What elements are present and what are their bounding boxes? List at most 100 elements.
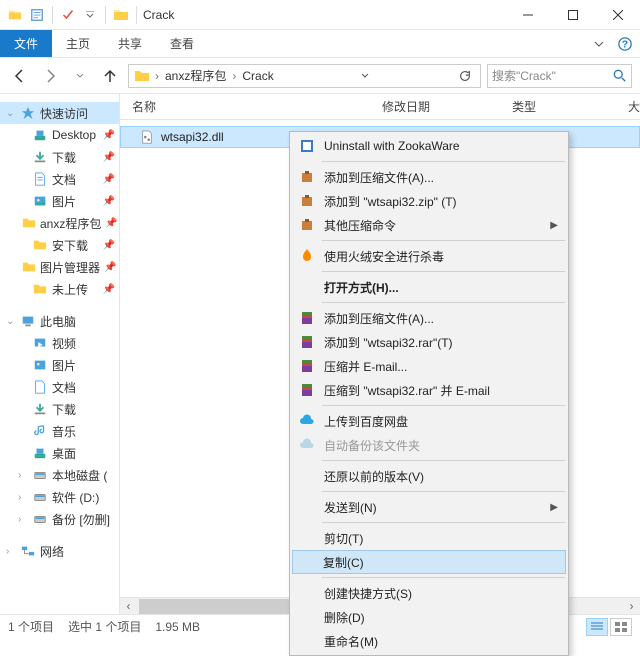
sidebar-pc-item-4[interactable]: 音乐 xyxy=(0,420,119,442)
zip-icon xyxy=(296,168,318,186)
rar-icon xyxy=(296,309,318,327)
view-details-button[interactable] xyxy=(586,618,608,636)
breadcrumb-folder-icon xyxy=(133,67,151,85)
drive-icon xyxy=(32,445,48,461)
chevron-down-icon[interactable]: ⌄ xyxy=(6,108,16,119)
sidebar-item-4[interactable]: anxz程序包📌 xyxy=(0,212,119,234)
view-icons-button[interactable] xyxy=(610,618,632,636)
sidebar-pc-item-6[interactable]: ›本地磁盘 ( xyxy=(0,464,119,486)
up-button[interactable] xyxy=(98,64,122,88)
chevron-right-icon[interactable]: › xyxy=(153,69,161,83)
breadcrumb[interactable]: › anxz程序包 › Crack xyxy=(128,64,481,88)
star-icon xyxy=(20,105,36,121)
tree-label: 网络 xyxy=(40,543,64,560)
properties-icon[interactable] xyxy=(28,4,46,26)
forward-button[interactable] xyxy=(38,64,62,88)
col-type[interactable]: 类型 xyxy=(500,98,616,115)
search-icon[interactable] xyxy=(613,69,627,83)
tree-quick-access[interactable]: ⌄ 快速访问 xyxy=(0,102,119,124)
search-placeholder: 搜索"Crack" xyxy=(492,67,556,84)
breadcrumb-dropdown[interactable] xyxy=(357,72,373,80)
tab-home[interactable]: 主页 xyxy=(52,30,104,57)
sidebar-item-7[interactable]: 未上传📌 xyxy=(0,278,119,300)
refresh-icon[interactable] xyxy=(454,69,476,83)
rar-icon xyxy=(296,357,318,375)
status-count: 1 个项目 xyxy=(8,618,54,635)
cm-rename[interactable]: 重命名(M) xyxy=(292,629,566,653)
tree-network[interactable]: › 网络 xyxy=(0,540,119,562)
scroll-left-icon[interactable]: ‹ xyxy=(120,598,137,615)
col-date[interactable]: 修改日期 xyxy=(370,98,500,115)
help-icon[interactable]: ? xyxy=(618,37,632,51)
cm-add-to-zip[interactable]: 添加到压缩文件(A)... xyxy=(292,165,566,189)
recent-dropdown[interactable] xyxy=(68,64,92,88)
sidebar-pc-item-1[interactable]: 图片 xyxy=(0,354,119,376)
huorong-icon xyxy=(296,247,318,265)
cm-huorong-scan[interactable]: 使用火绒安全进行杀毒 xyxy=(292,244,566,268)
pin-icon: 📌 xyxy=(103,130,119,141)
cm-delete[interactable]: 删除(D) xyxy=(292,605,566,629)
sidebar-item-3[interactable]: 图片📌 xyxy=(0,190,119,212)
check-icon[interactable] xyxy=(59,4,77,26)
column-headers: 名称 修改日期 类型 大 xyxy=(120,94,640,120)
cm-uninstall-zookaware[interactable]: Uninstall with ZookaWare xyxy=(292,134,566,158)
tree-label: 文档 xyxy=(52,379,76,396)
sidebar-pc-item-7[interactable]: ›软件 (D:) xyxy=(0,486,119,508)
search-input[interactable]: 搜索"Crack" xyxy=(487,64,632,88)
cm-add-to-rar[interactable]: 添加到压缩文件(A)... xyxy=(292,306,566,330)
sidebar-item-5[interactable]: 安下载📌 xyxy=(0,234,119,256)
baidu-cloud-icon xyxy=(296,412,318,430)
cm-open-with[interactable]: 打开方式(H)... xyxy=(292,275,566,299)
col-name[interactable]: 名称 xyxy=(120,98,370,115)
cm-copy[interactable]: 复制(C) xyxy=(292,550,566,574)
sidebar-item-2[interactable]: 文档📌 xyxy=(0,168,119,190)
drive-icon xyxy=(32,423,48,439)
sidebar-item-1[interactable]: 下载📌 xyxy=(0,146,119,168)
breadcrumb-seg1[interactable]: anxz程序包 xyxy=(163,67,228,84)
sidebar-pc-item-3[interactable]: 下载 xyxy=(0,398,119,420)
sidebar-pc-item-5[interactable]: 桌面 xyxy=(0,442,119,464)
sidebar-item-0[interactable]: Desktop 📌 xyxy=(0,124,119,146)
cm-cut[interactable]: 剪切(T) xyxy=(292,526,566,550)
folder-icon xyxy=(32,127,48,143)
ribbon-expand-icon[interactable] xyxy=(594,39,604,49)
drive-icon xyxy=(32,401,48,417)
submenu-arrow-icon: ▶ xyxy=(550,502,566,513)
cm-add-to-named-rar[interactable]: 添加到 "wtsapi32.rar"(T) xyxy=(292,330,566,354)
cm-send-to[interactable]: 发送到(N)▶ xyxy=(292,495,566,519)
rar-icon xyxy=(296,381,318,399)
scroll-right-icon[interactable]: › xyxy=(623,598,640,615)
minimize-button[interactable] xyxy=(505,0,550,30)
folder-icon[interactable] xyxy=(6,4,24,26)
col-size[interactable]: 大 xyxy=(616,98,640,115)
pin-icon: 📌 xyxy=(103,174,119,185)
back-button[interactable] xyxy=(8,64,32,88)
sidebar-item-6[interactable]: 图片管理器📌 xyxy=(0,256,119,278)
tab-share[interactable]: 共享 xyxy=(104,30,156,57)
cm-rar-email[interactable]: 压缩并 E-mail... xyxy=(292,354,566,378)
tab-file[interactable]: 文件 xyxy=(0,30,52,57)
qat-dropdown-icon[interactable] xyxy=(81,4,99,26)
cm-rar-named-email[interactable]: 压缩到 "wtsapi32.rar" 并 E-mail xyxy=(292,378,566,402)
chevron-right-icon[interactable]: › xyxy=(6,546,16,557)
maximize-button[interactable] xyxy=(550,0,595,30)
cm-other-zip[interactable]: 其他压缩命令▶ xyxy=(292,213,566,237)
close-button[interactable] xyxy=(595,0,640,30)
chevron-down-icon[interactable]: ⌄ xyxy=(6,316,16,327)
tab-view[interactable]: 查看 xyxy=(156,30,208,57)
tree-this-pc[interactable]: ⌄ 此电脑 xyxy=(0,310,119,332)
breadcrumb-seg2[interactable]: Crack xyxy=(240,69,275,83)
tree-label: Desktop xyxy=(52,128,96,142)
cm-baidu-upload[interactable]: 上传到百度网盘 xyxy=(292,409,566,433)
dll-file-icon xyxy=(139,129,155,145)
sidebar-pc-item-2[interactable]: 文档 xyxy=(0,376,119,398)
network-icon xyxy=(20,543,36,559)
chevron-right-icon[interactable]: › xyxy=(230,69,238,83)
sidebar-pc-item-8[interactable]: ›备份 [勿删] xyxy=(0,508,119,530)
cm-create-shortcut[interactable]: 创建快捷方式(S) xyxy=(292,581,566,605)
drive-icon xyxy=(32,489,48,505)
ribbon: 文件 主页 共享 查看 ? xyxy=(0,30,640,58)
cm-add-to-named-zip[interactable]: 添加到 "wtsapi32.zip" (T) xyxy=(292,189,566,213)
sidebar-pc-item-0[interactable]: 视频 xyxy=(0,332,119,354)
cm-restore-previous[interactable]: 还原以前的版本(V) xyxy=(292,464,566,488)
